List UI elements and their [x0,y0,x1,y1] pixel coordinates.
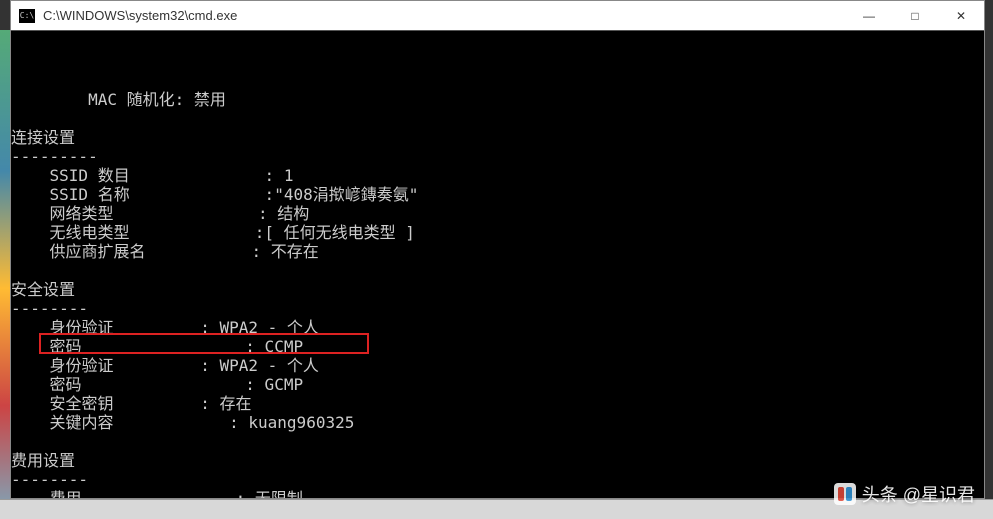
cmd-icon: C:\ [19,9,35,23]
terminal-line: 关键内容 : kuang960325 [11,413,984,432]
maximize-button[interactable]: □ [892,1,938,30]
terminal-line: --------- [11,147,984,166]
terminal-line: 安全密钥 : 存在 [11,394,984,413]
window-controls: — □ ✕ [846,1,984,30]
terminal-line [11,109,984,128]
terminal-line: SSID 数目 : 1 [11,166,984,185]
watermark: 头条 @星识君 [834,481,975,507]
terminal-line: 身份验证 : WPA2 - 个人 [11,318,984,337]
terminal-output[interactable]: MAC 随机化: 禁用 连接设置--------- SSID 数目 : 1 SS… [11,31,984,498]
window-title: C:\WINDOWS\system32\cmd.exe [43,8,846,23]
cmd-window: C:\ C:\WINDOWS\system32\cmd.exe — □ ✕ MA… [10,0,985,499]
terminal-line: 连接设置 [11,128,984,147]
terminal-line [11,432,984,451]
terminal-line: -------- [11,299,984,318]
terminal-line: 密码 : CCMP [11,337,984,356]
terminal-line: MAC 随机化: 禁用 [11,90,984,109]
toutiao-logo-icon [834,483,856,505]
watermark-text: 头条 @星识君 [862,481,975,507]
desktop-side-strip [0,30,10,500]
terminal-line: 密码 : GCMP [11,375,984,394]
terminal-line: 供应商扩展名 : 不存在 [11,242,984,261]
terminal-line: 无线电类型 :[ 任何无线电类型 ] [11,223,984,242]
terminal-line: 费用设置 [11,451,984,470]
terminal-line: 网络类型 : 结构 [11,204,984,223]
minimize-button[interactable]: — [846,1,892,30]
terminal-line: 身份验证 : WPA2 - 个人 [11,356,984,375]
terminal-line [11,261,984,280]
close-button[interactable]: ✕ [938,1,984,30]
titlebar[interactable]: C:\ C:\WINDOWS\system32\cmd.exe — □ ✕ [11,1,984,31]
terminal-line: SSID 名称 :"408涓揿嵃鏄奏氨" [11,185,984,204]
terminal-line: 安全设置 [11,280,984,299]
